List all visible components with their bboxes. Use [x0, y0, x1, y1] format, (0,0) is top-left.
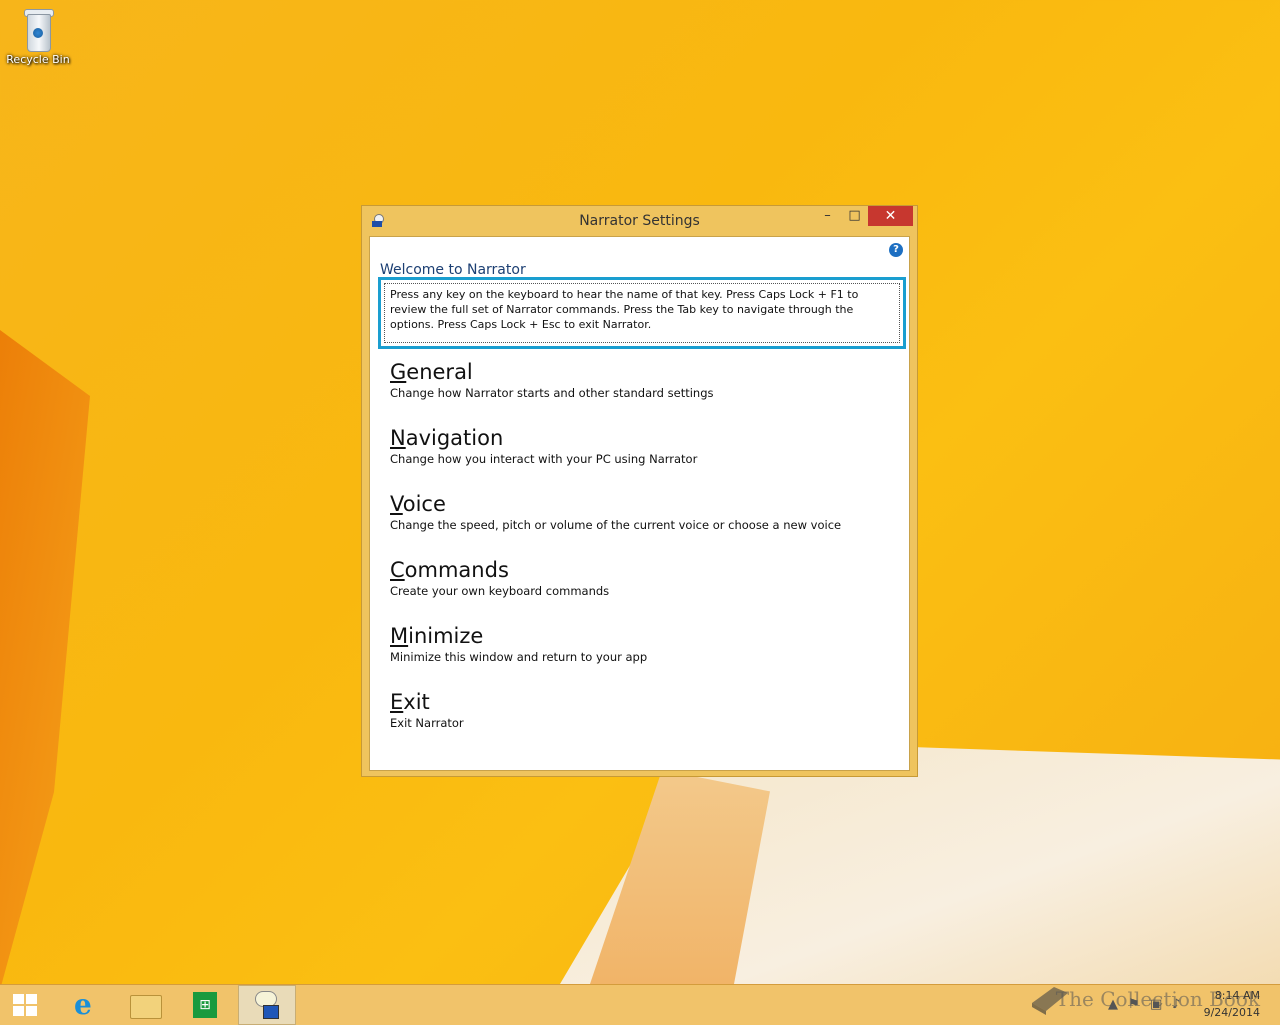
instructions-text: Press any key on the keyboard to hear th… [384, 283, 900, 343]
minimize-button[interactable]: – [814, 206, 841, 226]
narrator-settings-window: Narrator Settings – □ ✕ ? Welcome to Nar… [361, 205, 918, 777]
narrator-icon [255, 991, 281, 1021]
menu-item-description: Change the speed, pitch or volume of the… [390, 518, 842, 532]
recycle-bin-icon [21, 6, 55, 52]
windows-logo-icon [13, 994, 39, 1016]
wallpaper-shape-left [0, 330, 90, 990]
clock-date[interactable]: 9/24/2014 [1204, 1006, 1260, 1019]
menu-item-description: Exit Narrator [390, 716, 464, 730]
clock-time[interactable]: 8:14 AM [1215, 989, 1260, 1002]
menu-item-description: Change how Narrator starts and other sta… [390, 386, 714, 400]
menu-item-title: Commands [390, 558, 509, 582]
taskbar-narrator[interactable] [238, 985, 296, 1025]
taskbar-file-explorer[interactable] [116, 985, 174, 1025]
close-button[interactable]: ✕ [868, 206, 913, 226]
menu-item-description: Change how you interact with your PC usi… [390, 452, 698, 466]
folder-icon [130, 995, 162, 1019]
menu-item-description: Create your own keyboard commands [390, 584, 610, 598]
title-bar[interactable]: Narrator Settings – □ ✕ [362, 206, 917, 236]
menu-item-commands[interactable]: Commands Create your own keyboard comman… [390, 557, 609, 599]
menu-item-title: Minimize [390, 624, 484, 648]
help-icon[interactable]: ? [889, 243, 903, 257]
menu-item-description: Minimize this window and return to your … [390, 650, 648, 664]
menu-item-title: Navigation [390, 426, 504, 450]
desktop-icon-recycle-bin[interactable]: Recycle Bin [4, 6, 72, 66]
store-icon: ⊞ [193, 992, 217, 1018]
instructions-focus-box[interactable]: Press any key on the keyboard to hear th… [378, 277, 906, 349]
system-tray: ▲ ⚑ ▣ ♪ The Collection Book 8:14 AM 9/24… [1020, 985, 1280, 1025]
start-button[interactable] [0, 985, 58, 1025]
maximize-button[interactable]: □ [841, 206, 868, 226]
menu-item-title: Exit [390, 690, 430, 714]
menu-item-title: Voice [390, 492, 446, 516]
menu-item-title: General [390, 360, 473, 384]
taskbar-internet-explorer[interactable]: e [58, 985, 116, 1025]
internet-explorer-icon: e [74, 988, 92, 1021]
desktop-icon-label: Recycle Bin [6, 53, 70, 66]
welcome-heading: Welcome to Narrator [380, 262, 526, 278]
menu-item-minimize[interactable]: Minimize Minimize this window and return… [390, 623, 647, 665]
taskbar-store[interactable]: ⊞ [176, 985, 234, 1025]
menu-item-voice[interactable]: Voice Change the speed, pitch or volume … [390, 491, 841, 533]
menu-item-general[interactable]: General Change how Narrator starts and o… [390, 359, 714, 401]
menu-item-navigation[interactable]: Navigation Change how you interact with … [390, 425, 697, 467]
menu-item-exit[interactable]: Exit Exit Narrator [390, 689, 464, 731]
window-content: ? Welcome to Narrator Press any key on t… [369, 236, 910, 771]
taskbar: e ⊞ ▲ ⚑ ▣ ♪ The Collection Book 8:14 AM … [0, 984, 1280, 1025]
